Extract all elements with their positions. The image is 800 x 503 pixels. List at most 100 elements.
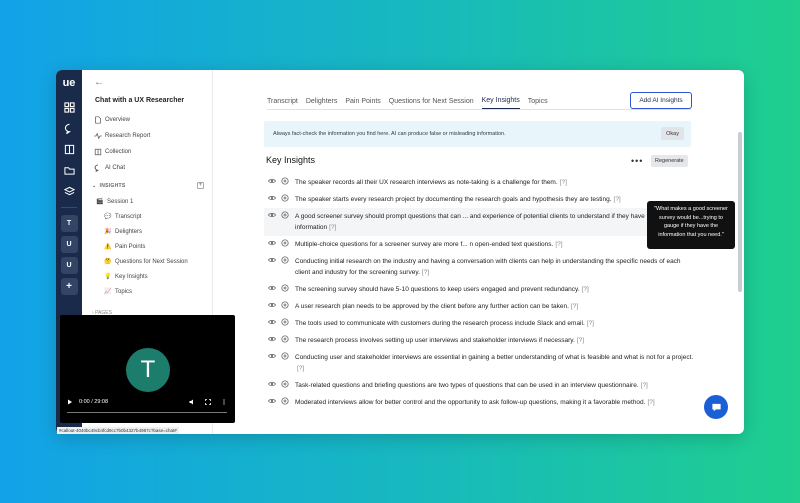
tree-item-delighters[interactable]: 🎉 Delighters (96, 224, 188, 239)
workspace-avatar-t[interactable]: T (60, 215, 78, 232)
insight-row: The tools used to communicate with custo… (264, 315, 696, 332)
tree-item-transcript[interactable]: 💬 Transcript (96, 209, 188, 224)
add-circle-icon[interactable] (279, 256, 291, 264)
insight-row: Conducting initial research on the indus… (264, 253, 696, 281)
chat-bubble-icon[interactable] (56, 118, 82, 139)
nav-label: Collection (105, 149, 132, 155)
nav-overview[interactable]: Overview (93, 112, 150, 128)
add-circle-icon[interactable] (279, 397, 291, 405)
add-insight-button[interactable]: + (197, 182, 204, 189)
message-icon (711, 403, 721, 411)
reference-link[interactable]: [?] (560, 179, 567, 186)
add-circle-icon[interactable] (279, 352, 291, 360)
volume-icon[interactable] (189, 399, 195, 405)
reference-link[interactable]: [?] (647, 399, 654, 406)
back-arrow-icon[interactable]: ← (94, 77, 104, 88)
regenerate-button[interactable]: Regenerate (651, 155, 688, 167)
eye-icon[interactable] (266, 239, 278, 247)
eye-icon[interactable] (266, 211, 278, 219)
nav-collection[interactable]: Collection (93, 144, 150, 160)
tab-questions[interactable]: Questions for Next Session (389, 98, 474, 109)
add-circle-icon[interactable] (279, 194, 291, 202)
tree-label: Questions for Next Session (115, 258, 188, 265)
tree-item-key-insights[interactable]: 💡 Key Insights (96, 269, 188, 284)
tab-topics[interactable]: Topics (528, 98, 548, 109)
video-progress-bar[interactable] (67, 412, 227, 413)
insight-body: Conducting user and stakeholder intervie… (295, 354, 694, 361)
layers-icon[interactable] (56, 181, 82, 202)
okay-button[interactable]: Okay (661, 127, 684, 140)
eye-icon[interactable] (266, 380, 278, 388)
reference-link[interactable]: [?] (422, 269, 429, 276)
chat-support-button[interactable] (704, 395, 728, 419)
tree-item-questions[interactable]: 🤔 Questions for Next Session (96, 254, 188, 269)
session-label: Session 1 (107, 198, 134, 205)
eye-icon[interactable] (266, 397, 278, 405)
insight-text: The speaker starts every research projec… (295, 194, 621, 205)
project-nav: Overview Research Report Collection AI C… (93, 112, 150, 176)
add-circle-icon[interactable] (279, 211, 291, 219)
tab-transcript[interactable]: Transcript (267, 98, 298, 109)
reference-link[interactable]: [?] (577, 337, 584, 344)
eye-icon[interactable] (266, 318, 278, 326)
reference-link[interactable]: [?] (641, 382, 648, 389)
tree-item-pain-points[interactable]: ⚠️ Pain Points (96, 239, 188, 254)
book-icon (93, 148, 102, 157)
add-ai-insights-button[interactable]: Add AI Insights (630, 92, 692, 109)
add-circle-icon[interactable] (279, 380, 291, 388)
reference-link[interactable]: [?] (587, 320, 594, 327)
insight-body: Multiple-choice questions for a screener… (295, 241, 554, 248)
folder-icon[interactable] (56, 160, 82, 181)
insight-row: Moderated interviews allow for better co… (264, 394, 696, 411)
add-workspace-button[interactable]: + (60, 278, 78, 295)
insight-body: The tools used to communicate with custo… (295, 320, 585, 327)
tree-item-topics[interactable]: 📈 Topics (96, 284, 188, 299)
more-vertical-icon[interactable] (221, 399, 227, 405)
reference-link[interactable]: [?] (297, 365, 304, 372)
video-player[interactable]: T 0:00 / 29:08 (60, 315, 235, 423)
add-circle-icon[interactable] (279, 177, 291, 185)
tree-label: Key Insights (115, 273, 148, 280)
tab-key-insights[interactable]: Key Insights (481, 97, 520, 109)
app-logo[interactable]: ue (60, 75, 78, 91)
reference-link[interactable]: [?] (571, 303, 578, 310)
nav-ai-chat[interactable]: AI Chat (93, 160, 150, 176)
eye-icon[interactable] (266, 256, 278, 264)
speech-icon: 💬 (104, 214, 112, 220)
eye-icon[interactable] (266, 177, 278, 185)
play-icon[interactable] (67, 399, 73, 405)
add-circle-icon[interactable] (279, 301, 291, 309)
reference-link[interactable]: [?] (582, 286, 589, 293)
fullscreen-icon[interactable] (205, 399, 211, 405)
thinking-icon: 🤔 (104, 259, 112, 265)
reference-link[interactable]: [?] (555, 241, 562, 248)
video-time: 0:00 / 29:08 (79, 399, 109, 405)
lightbulb-icon: 💡 (104, 274, 112, 280)
eye-icon[interactable] (266, 335, 278, 343)
session-item[interactable]: 🎬 Session 1 (96, 194, 188, 209)
more-options-icon[interactable]: ••• (631, 156, 643, 166)
tab-delighters[interactable]: Delighters (306, 98, 338, 109)
insight-text: The research process involves setting up… (295, 335, 584, 346)
book-icon[interactable] (56, 139, 82, 160)
reference-link[interactable]: [?] (614, 196, 621, 203)
insights-list: The speaker records all their UX researc… (264, 174, 696, 411)
reference-link[interactable]: [?] (329, 224, 336, 231)
eye-icon[interactable] (266, 352, 278, 360)
tree-label: Topics (115, 288, 133, 295)
workspace-avatar-u1[interactable]: U (60, 236, 78, 253)
eye-icon[interactable] (266, 284, 278, 292)
grid-icon[interactable] (56, 97, 82, 118)
eye-icon[interactable] (266, 194, 278, 202)
tab-pain-points[interactable]: Pain Points (345, 98, 380, 109)
add-circle-icon[interactable] (279, 335, 291, 343)
add-circle-icon[interactable] (279, 239, 291, 247)
workspace-avatar-u2[interactable]: U (60, 257, 78, 274)
eye-icon[interactable] (266, 301, 278, 309)
nav-research-report[interactable]: Research Report (93, 128, 150, 144)
add-circle-icon[interactable] (279, 284, 291, 292)
scrollbar[interactable] (738, 132, 742, 292)
insight-body: The speaker records all their UX researc… (295, 179, 558, 186)
insights-section-header[interactable]: ⌄ INSIGHTS + (92, 182, 204, 189)
add-circle-icon[interactable] (279, 318, 291, 326)
